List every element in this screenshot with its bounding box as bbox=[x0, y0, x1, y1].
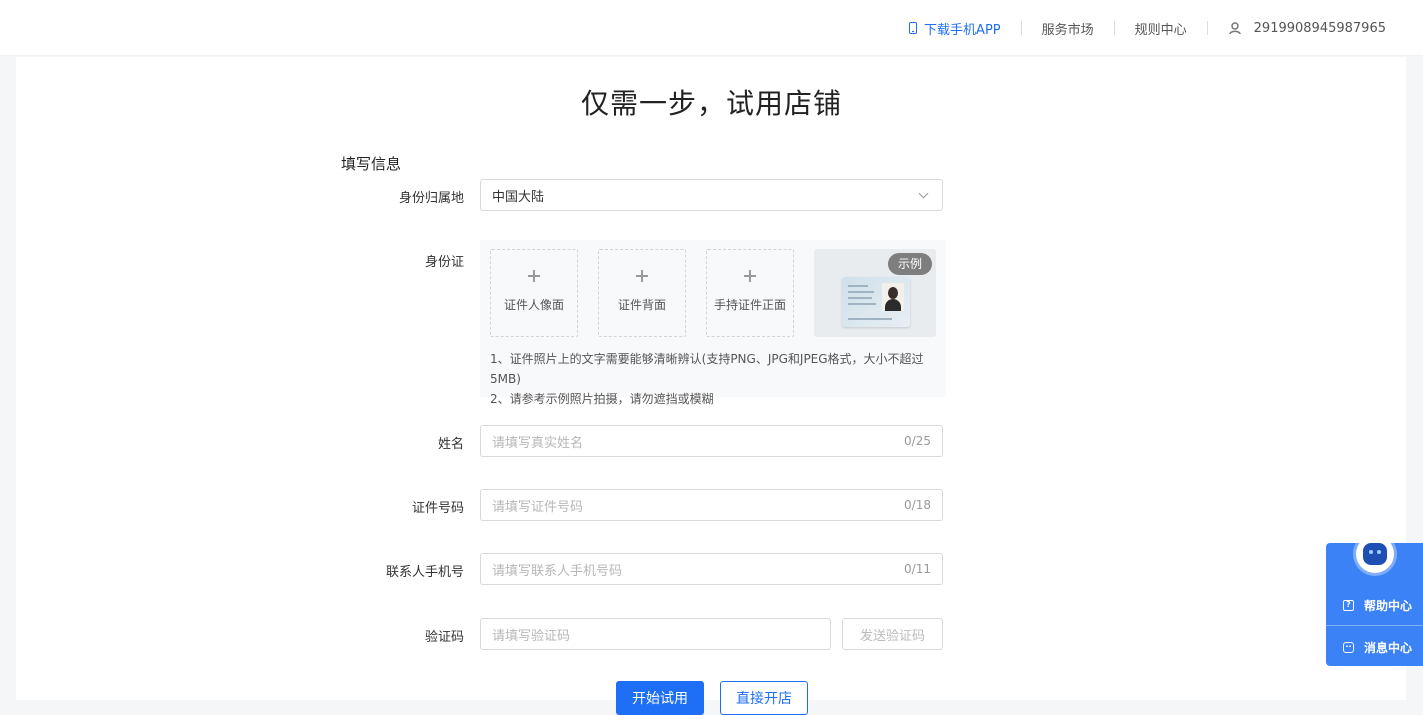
upload-tip-2: 2、请参考示例照片拍摄，请勿遮挡或模糊 bbox=[490, 392, 714, 406]
chevron-down-icon bbox=[918, 188, 929, 198]
phone-placeholder: 请填写联系人手机号码 bbox=[492, 563, 623, 579]
plus-icon bbox=[636, 270, 648, 282]
plus-icon bbox=[528, 270, 540, 282]
name-placeholder: 请填写真实姓名 bbox=[492, 435, 584, 451]
phone-label: 联系人手机号 bbox=[385, 565, 464, 580]
robot-assistant-icon[interactable] bbox=[1356, 535, 1394, 573]
section-title: 填写信息 bbox=[341, 155, 402, 173]
user-id: 2919908945987965 bbox=[1253, 20, 1386, 36]
nav-divider bbox=[1113, 21, 1115, 35]
service-market-label: 服务市场 bbox=[1041, 22, 1094, 38]
id-number-placeholder: 请填写证件号码 bbox=[492, 499, 584, 515]
open-shop-button[interactable]: 直接开店 bbox=[720, 681, 808, 715]
region-select[interactable]: 中国大陆 bbox=[480, 179, 943, 211]
upload-tip-1: 1、证件照片上的文字需要能够清晰辨认(支持PNG、JPG和JPEG格式，大小不超… bbox=[490, 352, 924, 386]
page-title: 仅需一步，试用店铺 bbox=[580, 87, 842, 120]
upload-handheld-label: 手持证件正面 bbox=[713, 298, 786, 312]
upload-back-button[interactable]: 证件背面 bbox=[598, 249, 686, 337]
user-account-menu[interactable]: 2919908945987965 bbox=[1228, 21, 1386, 36]
code-label: 验证码 bbox=[424, 630, 464, 645]
code-placeholder: 请填写验证码 bbox=[492, 628, 571, 644]
download-app-link[interactable]: 下载手机APP bbox=[909, 19, 1001, 38]
download-app-label: 下载手机APP bbox=[924, 22, 1001, 38]
user-icon bbox=[1228, 22, 1241, 35]
sample-badge: 示例 bbox=[888, 253, 932, 275]
nav-divider bbox=[1206, 21, 1208, 35]
start-trial-button[interactable]: 开始试用 bbox=[616, 681, 704, 715]
id-number-input[interactable]: 请填写证件号码 0/18 bbox=[480, 489, 943, 521]
rules-center-label: 规则中心 bbox=[1134, 22, 1187, 38]
portrait-photo bbox=[882, 283, 904, 311]
upload-tips: 1、证件照片上的文字需要能够清晰辨认(支持PNG、JPG和JPEG格式，大小不超… bbox=[490, 349, 946, 409]
code-input[interactable]: 请填写验证码 bbox=[480, 618, 831, 650]
upload-back-label: 证件背面 bbox=[617, 298, 666, 312]
help-widget: ? 帮助中心 ·· 消息中心 bbox=[1326, 535, 1423, 667]
upload-handheld-button[interactable]: 手持证件正面 bbox=[706, 249, 794, 337]
name-input[interactable]: 请填写真实姓名 0/25 bbox=[480, 425, 943, 457]
help-center-label: 帮助中心 bbox=[1364, 598, 1413, 613]
phone-input[interactable]: 请填写联系人手机号码 0/11 bbox=[480, 553, 943, 585]
region-value: 中国大陆 bbox=[492, 189, 545, 205]
sample-id-image[interactable]: 示例 bbox=[814, 249, 936, 337]
plus-icon bbox=[744, 270, 756, 282]
id-card-upload-panel: 证件人像面 证件背面 手持证件正面 示例 1、证件照片上的文字需要能够清晰辨认(… bbox=[480, 240, 946, 406]
id-card-illustration bbox=[842, 277, 910, 327]
id-number-char-count: 0/18 bbox=[904, 498, 931, 512]
top-bar: 下载手机APP 服务市场 规则中心 2919908945987965 bbox=[0, 0, 1423, 56]
name-char-count: 0/25 bbox=[904, 434, 931, 448]
upload-front-label: 证件人像面 bbox=[503, 298, 564, 312]
top-nav: 下载手机APP 服务市场 规则中心 2919908945987965 bbox=[909, 0, 1386, 56]
rules-center-link[interactable]: 规则中心 bbox=[1135, 19, 1187, 38]
message-center-label: 消息中心 bbox=[1364, 640, 1413, 655]
id-number-label: 证件号码 bbox=[411, 501, 464, 516]
phone-icon bbox=[909, 22, 918, 34]
question-icon: ? bbox=[1343, 599, 1354, 611]
upload-front-button[interactable]: 证件人像面 bbox=[490, 249, 578, 337]
name-label: 姓名 bbox=[437, 437, 464, 452]
message-center-button[interactable]: ·· 消息中心 bbox=[1326, 627, 1423, 667]
region-label: 身份归属地 bbox=[398, 191, 464, 206]
message-icon: ·· bbox=[1343, 641, 1354, 653]
send-code-button[interactable]: 发送验证码 bbox=[842, 618, 943, 650]
id-card-label: 身份证 bbox=[424, 255, 464, 270]
nav-divider bbox=[1020, 21, 1022, 35]
service-market-link[interactable]: 服务市场 bbox=[1042, 19, 1094, 38]
help-center-button[interactable]: ? 帮助中心 bbox=[1326, 585, 1423, 626]
phone-char-count: 0/11 bbox=[904, 562, 931, 576]
